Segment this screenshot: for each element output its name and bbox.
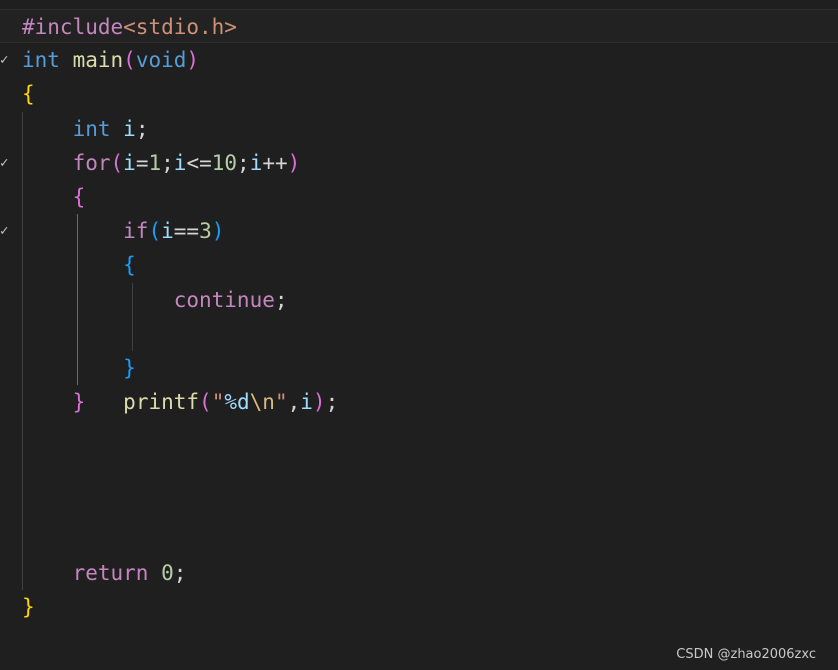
code-token: i: [123, 116, 136, 141]
code-token: ==: [173, 219, 200, 244]
code-token: }: [123, 356, 136, 380]
code-token: i: [249, 150, 263, 175]
code-text: int i;: [22, 112, 149, 146]
code-token: 3: [199, 219, 212, 244]
code-token: ;: [325, 390, 339, 415]
code-token: 10: [211, 150, 238, 175]
code-text: }: [22, 351, 136, 385]
code-line[interactable]: continue;: [0, 283, 838, 317]
code-token: %d: [224, 390, 250, 415]
code-token: {: [72, 185, 86, 209]
code-text: int main(void): [22, 43, 199, 77]
code-line[interactable]: [0, 454, 838, 488]
code-line[interactable]: {: [0, 180, 838, 214]
code-text: }: [22, 590, 35, 624]
code-line[interactable]: return 0;: [0, 556, 838, 590]
fold-check-icon[interactable]: ✓: [0, 43, 14, 77]
code-token: void: [135, 48, 187, 73]
fold-check-icon[interactable]: ✓: [0, 146, 14, 180]
code-token: for: [72, 150, 111, 175]
code-line[interactable]: [0, 419, 838, 453]
code-text: {: [22, 180, 86, 214]
code-token: ;: [161, 150, 174, 175]
code-token: (: [110, 150, 124, 175]
code-token: {: [22, 82, 35, 107]
code-token: i: [173, 150, 187, 175]
code-editor[interactable]: #include<stdio.h> ✓ int main(void){ int i;…: [0, 0, 838, 670]
code-token: continue: [173, 287, 275, 312]
code-token: i: [123, 150, 136, 175]
code-line[interactable]: {: [0, 77, 838, 111]
code-line[interactable]: }: [0, 590, 838, 624]
code-line[interactable]: [0, 522, 838, 556]
code-token: if: [123, 219, 149, 244]
code-line[interactable]: ✓ if(i==3): [0, 214, 838, 248]
code-token: return: [72, 561, 149, 586]
code-line[interactable]: #include<stdio.h>: [0, 9, 838, 43]
code-token: {: [123, 253, 136, 278]
code-token: ;: [135, 116, 149, 141]
code-token: 0: [161, 561, 174, 586]
code-token: (: [199, 390, 212, 415]
code-token: ++: [262, 150, 288, 175]
code-text: } printf("%d\n",i);: [22, 385, 339, 419]
code-text: for(i=1;i<=10;i++): [22, 146, 301, 180]
code-line[interactable]: ✓ int main(void): [0, 43, 838, 77]
code-line[interactable]: }: [0, 351, 838, 385]
code-line[interactable]: [0, 488, 838, 522]
code-token: \n: [249, 390, 275, 415]
code-token: (: [148, 219, 162, 244]
code-token: ": [274, 390, 288, 415]
code-token: <stdio.h>: [123, 15, 237, 39]
code-text: if(i==3): [22, 214, 224, 248]
code-token: ): [186, 48, 200, 73]
code-token: #include: [22, 15, 124, 39]
code-token: ;: [274, 287, 288, 312]
code-token: }: [72, 390, 86, 415]
code-token: ": [211, 390, 225, 415]
code-line[interactable]: {: [0, 248, 838, 282]
code-token: ,: [287, 390, 301, 415]
code-token: int: [72, 116, 111, 141]
code-line[interactable]: } printf("%d\n",i);: [0, 385, 838, 419]
watermark: CSDN @zhao2006zxc: [676, 647, 816, 662]
code-token: ;: [173, 561, 187, 586]
code-token: main: [72, 48, 124, 73]
code-token: ): [287, 150, 301, 175]
fold-check-icon[interactable]: ✓: [0, 214, 14, 248]
code-text: {: [22, 77, 35, 111]
code-line[interactable]: int i;: [0, 112, 838, 146]
code-token: }: [22, 595, 35, 620]
code-token: =: [135, 150, 149, 175]
code-text: return 0;: [22, 556, 187, 590]
code-token: <=: [186, 150, 212, 175]
code-token: 1: [148, 150, 162, 175]
code-token: i: [300, 390, 313, 415]
code-text: continue;: [22, 283, 288, 317]
code-line[interactable]: [0, 317, 838, 351]
code-token: ): [211, 219, 225, 244]
code-token: i: [161, 219, 174, 244]
code-token: ;: [237, 150, 250, 175]
code-text: {: [22, 248, 136, 282]
code-token: printf: [123, 390, 200, 415]
code-token: ): [312, 390, 326, 415]
code-token: int: [22, 48, 60, 73]
code-text: #include<stdio.h>: [22, 10, 237, 44]
code-token: (: [123, 48, 136, 73]
code-line[interactable]: ✓ for(i=1;i<=10;i++): [0, 146, 838, 180]
